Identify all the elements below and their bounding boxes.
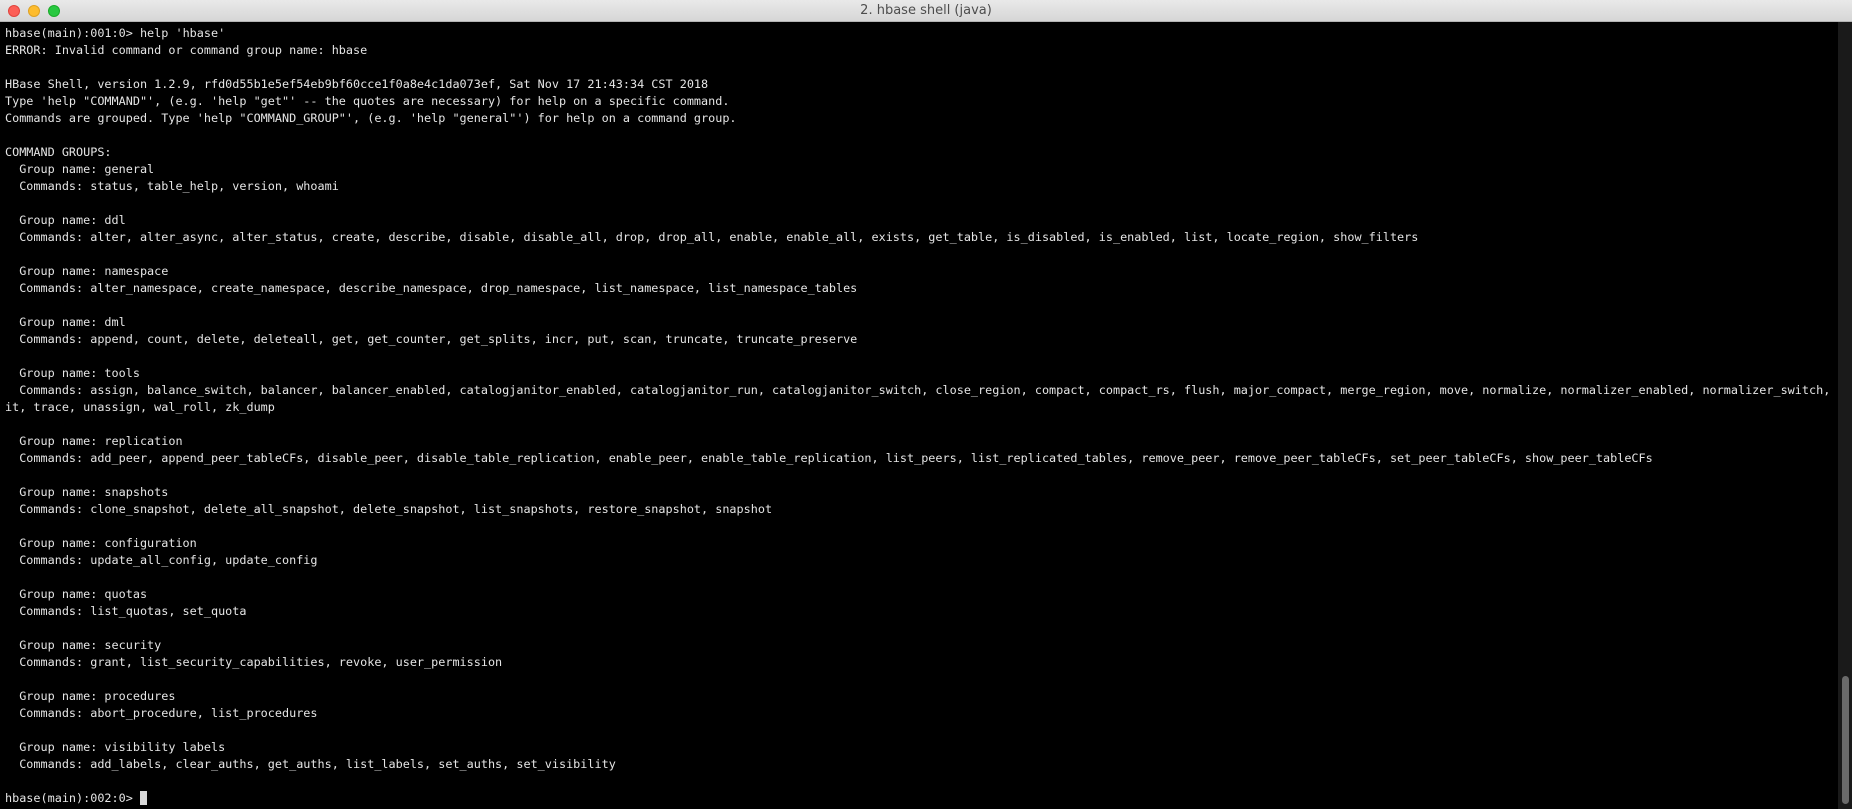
- group-commands-line: Commands: assign, balance_switch, balanc…: [5, 383, 1838, 397]
- group-name-line: Group name: dml: [5, 315, 126, 329]
- text-cursor: [139, 791, 147, 805]
- group-commands-line: Commands: append, count, delete, deletea…: [5, 332, 858, 346]
- group-commands-line: Commands: alter, alter_async, alter_stat…: [5, 230, 1419, 244]
- entered-command: help 'hbase': [139, 26, 226, 40]
- group-commands-line: Commands: abort_procedure, list_procedur…: [5, 706, 318, 720]
- command-groups-header: COMMAND GROUPS:: [5, 145, 112, 159]
- group-name-line: Group name: namespace: [5, 264, 169, 278]
- window-title: 2. hbase shell (java): [860, 3, 992, 18]
- group-name-line: Group name: snapshots: [5, 485, 169, 499]
- group-name-line: Group name: ddl: [5, 213, 126, 227]
- group-commands-line: Commands: add_peer, append_peer_tableCFs…: [5, 451, 1653, 465]
- group-commands-line: Commands: clone_snapshot, delete_all_sna…: [5, 502, 773, 516]
- group-name-line: Group name: configuration: [5, 536, 197, 550]
- terminal-window: 2. hbase shell (java) hbase(main):001:0>…: [0, 0, 1852, 809]
- group-commands-line: Commands: update_all_config, update_conf…: [5, 553, 318, 567]
- group-name-line: Group name: procedures: [5, 689, 176, 703]
- group-name-line: Group name: general: [5, 162, 155, 176]
- group-commands-line: Commands: status, table_help, version, w…: [5, 179, 339, 193]
- group-name-line: Group name: security: [5, 638, 162, 652]
- scrollbar-thumb[interactable]: [1842, 676, 1849, 804]
- group-commands-line: Commands: alter_namespace, create_namesp…: [5, 281, 858, 295]
- group-commands-line: Commands: grant, list_security_capabilit…: [5, 655, 503, 669]
- group-commands-line: Commands: add_labels, clear_auths, get_a…: [5, 757, 616, 771]
- command-line: hbase(main):001:0> help 'hbase': [5, 25, 1838, 42]
- help-line: Commands are grouped. Type 'help "COMMAN…: [5, 111, 737, 125]
- current-input-line[interactable]: hbase(main):002:0>: [5, 790, 1838, 807]
- shell-prompt: hbase(main):002:0>: [5, 791, 140, 805]
- group-name-line: Group name: replication: [5, 434, 183, 448]
- group-commands-wrapped-line: it, trace, unassign, wal_roll, zk_dump: [5, 400, 275, 414]
- group-commands-line: Commands: list_quotas, set_quota: [5, 604, 247, 618]
- scrollbar-track[interactable]: [1838, 22, 1852, 809]
- terminal-output[interactable]: hbase(main):001:0> help 'hbase' ERROR: I…: [0, 22, 1838, 809]
- title-bar[interactable]: 2. hbase shell (java): [0, 0, 1852, 22]
- group-name-line: Group name: tools: [5, 366, 140, 380]
- shell-prompt: hbase(main):001:0>: [5, 26, 140, 40]
- group-name-line: Group name: quotas: [5, 587, 148, 601]
- group-name-line: Group name: visibility labels: [5, 740, 226, 754]
- help-line: Type 'help "COMMAND"', (e.g. 'help "get"…: [5, 94, 730, 108]
- error-line: ERROR: Invalid command or command group …: [5, 43, 368, 57]
- version-line: HBase Shell, version 1.2.9, rfd0d55b1e5e…: [5, 77, 709, 91]
